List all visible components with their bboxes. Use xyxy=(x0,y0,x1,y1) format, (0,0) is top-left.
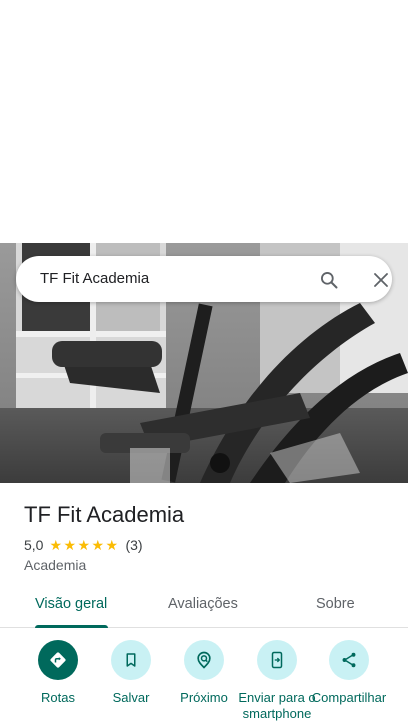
nearby-icon xyxy=(184,640,224,680)
directions-icon xyxy=(38,640,78,680)
directions-button[interactable]: Rotas xyxy=(18,640,98,706)
place-category[interactable]: Academia xyxy=(24,557,86,573)
search-bar[interactable]: TF Fit Academia xyxy=(16,256,392,302)
star-icon: ★ xyxy=(77,536,91,553)
star-icon: ★ xyxy=(49,536,63,553)
tab-overview[interactable]: Visão geral xyxy=(35,596,107,612)
directions-label: Rotas xyxy=(41,690,75,705)
star-icon: ★ xyxy=(105,536,119,553)
bookmark-icon xyxy=(111,640,151,680)
tab-about[interactable]: Sobre xyxy=(316,596,355,612)
save-label: Salvar xyxy=(112,690,150,705)
tab-bar: Visão geral Avaliações Sobre xyxy=(0,588,408,628)
map-area xyxy=(0,0,408,243)
share-button[interactable]: Compartilhar xyxy=(309,640,389,706)
star-rating: ★ ★ ★ ★ ★ xyxy=(49,536,119,553)
action-buttons: Rotas Salvar Próximo Enviar para o smart… xyxy=(0,640,408,726)
send-to-phone-button[interactable]: Enviar para o smartphone xyxy=(237,640,317,722)
share-icon xyxy=(329,640,369,680)
rating-row[interactable]: 5,0 ★ ★ ★ ★ ★ (3) xyxy=(24,537,143,553)
active-tab-indicator xyxy=(35,625,108,628)
tab-reviews[interactable]: Avaliações xyxy=(168,596,238,612)
rating-value: 5,0 xyxy=(24,537,44,553)
review-count[interactable]: (3) xyxy=(125,537,142,553)
send-to-phone-label: Enviar para o smartphone xyxy=(238,690,316,721)
place-title: TF Fit Academia xyxy=(24,502,185,527)
search-icon[interactable] xyxy=(316,267,342,293)
save-button[interactable]: Salvar xyxy=(91,640,171,706)
nearby-button[interactable]: Próximo xyxy=(164,640,244,706)
search-input[interactable]: TF Fit Academia xyxy=(40,270,149,287)
send-to-phone-icon xyxy=(257,640,297,680)
star-icon: ★ xyxy=(63,536,77,553)
close-icon[interactable] xyxy=(368,267,394,293)
nearby-label: Próximo xyxy=(180,690,228,705)
share-label: Compartilhar xyxy=(311,690,387,705)
star-icon: ★ xyxy=(91,536,105,553)
